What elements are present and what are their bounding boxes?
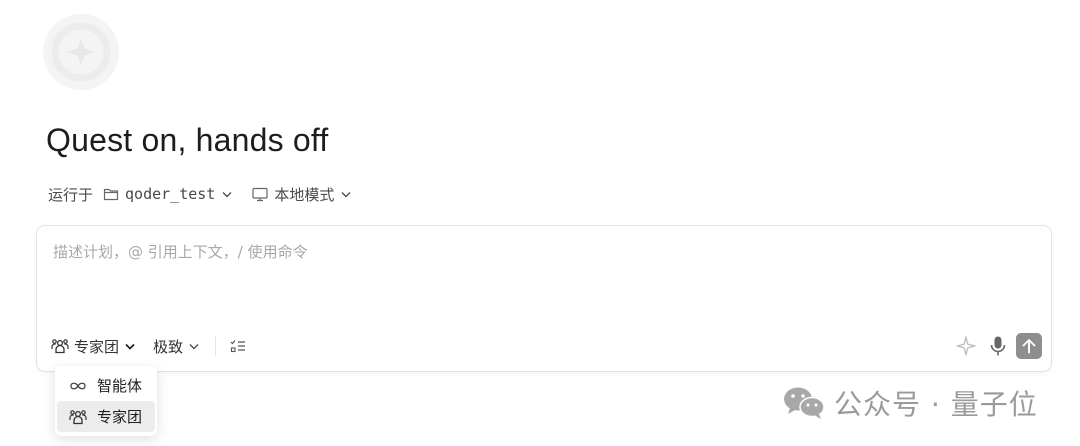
- chevron-down-icon: [222, 191, 232, 198]
- agent-mode-selector[interactable]: 专家团: [51, 336, 135, 357]
- monitor-icon: [252, 187, 268, 202]
- folder-icon: [103, 187, 119, 201]
- page-title: Quest on, hands off: [46, 122, 329, 158]
- menu-item-expert-team[interactable]: 专家团: [57, 401, 155, 432]
- toolbar-divider: [215, 336, 217, 356]
- send-button[interactable]: [1016, 333, 1042, 359]
- prompt-composer: 专家团 极致: [36, 225, 1052, 372]
- sparkle-icon: [43, 14, 119, 90]
- team-icon: [69, 409, 87, 425]
- watermark-text: 公众号 · 量子位: [834, 388, 1038, 421]
- menu-item-agent[interactable]: 智能体: [57, 370, 155, 401]
- app-logo: [42, 13, 120, 91]
- agent-mode-menu: 智能体 专家团: [55, 366, 157, 436]
- mode-label: 本地模式: [274, 185, 335, 204]
- menu-item-label: 智能体: [97, 377, 143, 395]
- arrow-up-icon: [1022, 338, 1036, 354]
- chevron-down-icon: [125, 343, 135, 350]
- watermark: 公众号 · 量子位: [782, 384, 1038, 422]
- prompt-input[interactable]: [53, 238, 1033, 266]
- menu-item-label: 专家团: [97, 408, 143, 426]
- checklist-icon[interactable]: [230, 339, 246, 353]
- composer-toolbar-right: [943, 332, 1042, 360]
- composer-toolbar-left: 专家团 极致: [51, 333, 246, 359]
- wechat-icon: [782, 385, 826, 421]
- microphone-icon[interactable]: [989, 335, 1007, 357]
- infinity-icon: [69, 381, 87, 391]
- mode-selector[interactable]: 本地模式: [252, 184, 351, 205]
- sparkle-icon[interactable]: [955, 335, 977, 357]
- folder-selector[interactable]: qoder_test: [103, 185, 232, 203]
- speed-label: 极致: [153, 337, 184, 356]
- folder-name: qoder_test: [125, 185, 216, 203]
- speed-selector[interactable]: 极致: [153, 336, 199, 357]
- chevron-down-icon: [189, 343, 199, 350]
- chevron-down-icon: [341, 191, 351, 198]
- team-icon: [51, 338, 69, 354]
- context-row: 运行于 qoder_test 本地模式: [48, 180, 371, 208]
- run-location-label: 运行于: [48, 185, 94, 204]
- agent-mode-label: 专家团: [74, 337, 120, 356]
